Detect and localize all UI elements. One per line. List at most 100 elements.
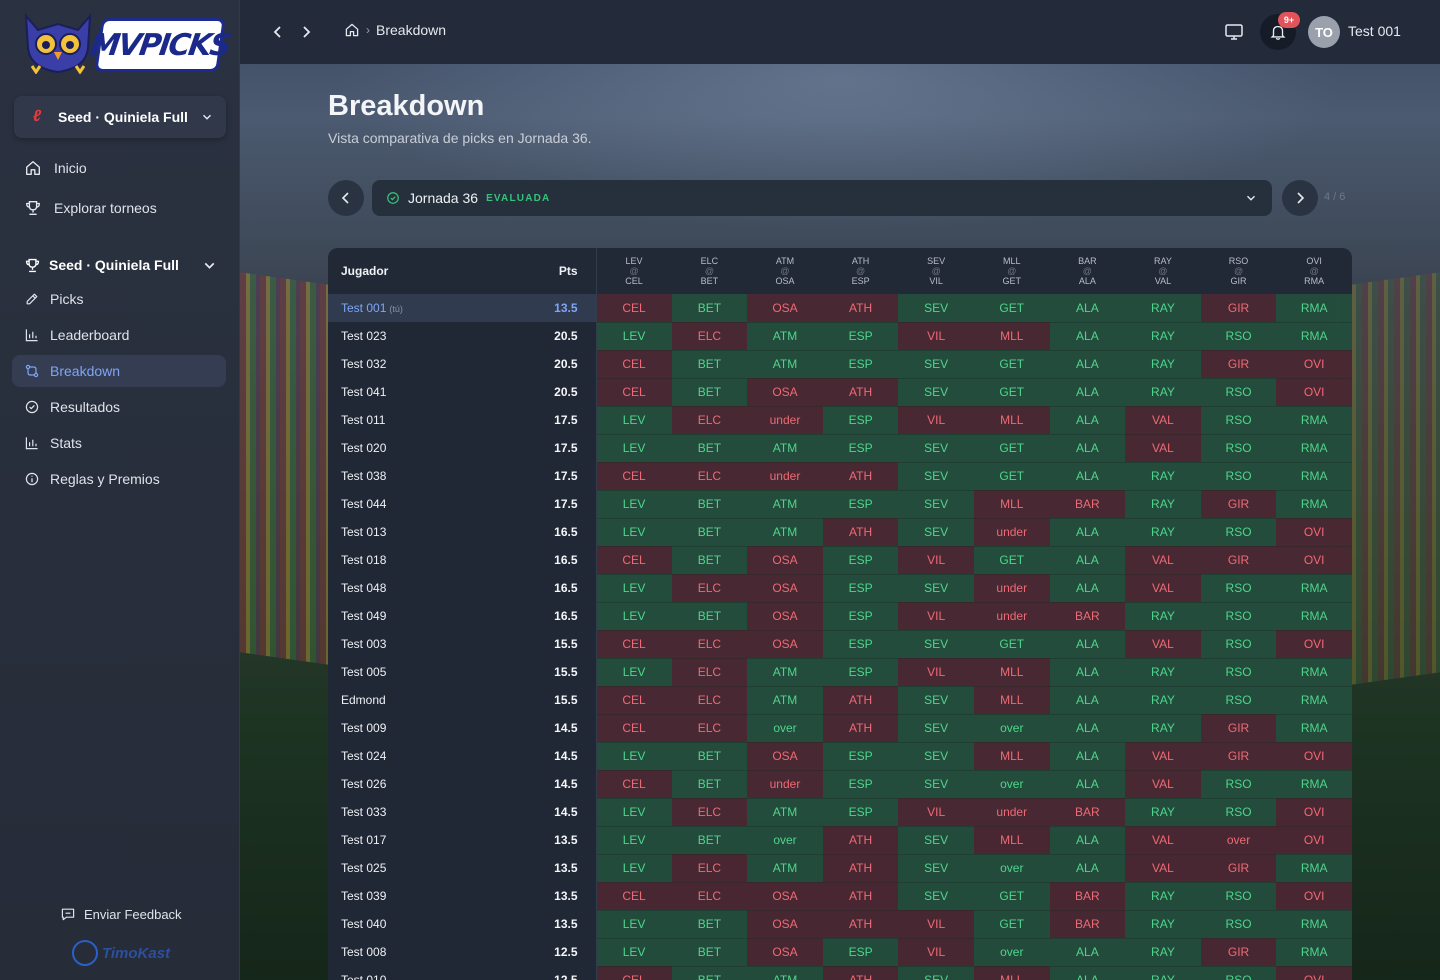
- player-points: 15.5: [528, 686, 597, 714]
- table-row[interactable]: Test 025 13.5 LEV ELC ATM ATH SEV over ALA VAL GIR…: [328, 854, 1352, 883]
- previous-jornada-button[interactable]: [328, 180, 364, 216]
- sidebar-item-breakdown[interactable]: Breakdown: [12, 355, 226, 387]
- table-row[interactable]: Test 024 14.5 LEV BET OSA ESP SEV MLL ALA VAL GIR O…: [328, 742, 1352, 771]
- table-row[interactable]: Test 011 17.5 LEV ELC under ESP VIL MLL ALA VAL RS…: [328, 406, 1352, 435]
- table-row[interactable]: Test 048 16.5 LEV ELC OSA ESP SEV under ALA VAL RS…: [328, 574, 1352, 603]
- table-row[interactable]: Test 013 16.5 LEV BET ATM ATH SEV under ALA RAY RS…: [328, 518, 1352, 547]
- pick-cell-correct: SEV: [898, 742, 974, 771]
- table-row[interactable]: Test 020 17.5 LEV BET ATM ESP SEV GET ALA VAL RSO R…: [328, 434, 1352, 463]
- next-jornada-button[interactable]: [1282, 180, 1318, 216]
- sidebar-item-picks[interactable]: Picks: [12, 283, 226, 315]
- table-row[interactable]: Test 001 (tú) 13.5 CEL BET OSA ATH SEV GET ALA RAY…: [328, 294, 1352, 323]
- feedback-button[interactable]: Enviar Feedback: [60, 906, 182, 922]
- pick-cell-correct: RAY: [1125, 490, 1201, 519]
- nav-item-label: Explorar torneos: [54, 200, 157, 216]
- table-row[interactable]: Test 032 20.5 CEL BET ATM ESP SEV GET ALA RAY GIR O…: [328, 350, 1352, 379]
- pick-cell-wrong: ATH: [822, 518, 899, 547]
- avatar[interactable]: TO: [1308, 16, 1340, 48]
- home-icon[interactable]: [344, 22, 360, 38]
- pick-cell-wrong: VAL: [1125, 546, 1201, 575]
- pick-cell-correct: BET: [671, 350, 748, 379]
- player-points: 14.5: [528, 770, 597, 798]
- league-selector[interactable]: ℓ Seed · Quiniela Full: [14, 96, 226, 138]
- self-tag: (tú): [389, 304, 403, 314]
- column-header-player[interactable]: Jugador: [328, 248, 528, 294]
- pick-cell-wrong: GIR: [1200, 490, 1277, 519]
- player-name-text: Test 005: [341, 665, 387, 679]
- player-points: 20.5: [528, 322, 597, 350]
- pick-cell-correct: RMA: [1276, 658, 1352, 687]
- breakdown-table: Jugador Pts LEV @ CEL ELC @ BET ATM @ OSA ATH @ ESP…: [328, 248, 1352, 980]
- pick-cell-correct: RAY: [1125, 938, 1201, 967]
- pick-cell-correct: ESP: [822, 546, 899, 575]
- match-home-team: CEL: [625, 276, 643, 286]
- pick-cell-correct: ALA: [1049, 462, 1126, 491]
- pick-cell-wrong: ATH: [822, 462, 899, 491]
- pick-cell-wrong: OVI: [1276, 882, 1352, 911]
- back-arrow-icon[interactable]: [268, 22, 288, 42]
- pick-cell-correct: RSO: [1200, 658, 1277, 687]
- forward-arrow-icon[interactable]: [296, 22, 316, 42]
- table-row[interactable]: Edmond 15.5 CEL ELC ATM ATH SEV MLL ALA RAY RSO RMA: [328, 686, 1352, 715]
- pick-cell-wrong: under: [747, 770, 823, 799]
- pick-cell-correct: ESP: [822, 770, 899, 799]
- table-row[interactable]: Test 008 12.5 LEV BET OSA ESP VIL over ALA RAY GIR…: [328, 938, 1352, 967]
- table-row[interactable]: Test 003 15.5 CEL ELC OSA ESP SEV GET ALA VAL RSO O…: [328, 630, 1352, 659]
- player-name-text: Test 040: [341, 917, 387, 931]
- table-row[interactable]: Test 017 13.5 LEV BET over ATH SEV MLL ALA VAL ove…: [328, 826, 1352, 855]
- table-row[interactable]: Test 005 15.5 LEV ELC ATM ESP VIL MLL ALA RAY RSO R…: [328, 658, 1352, 687]
- table-row[interactable]: Test 010 12.5 CEL BET ATM ATH SEV MLL ALA RAY RSO O…: [328, 966, 1352, 980]
- table-row[interactable]: Test 009 14.5 CEL ELC over ATH SEV over ALA RAY GI…: [328, 714, 1352, 743]
- username[interactable]: Test 001: [1348, 23, 1401, 39]
- jornada-selector[interactable]: Jornada 36 EVALUADA: [372, 180, 1272, 216]
- column-header-points[interactable]: Pts: [528, 248, 597, 294]
- pick-cell-correct: BET: [671, 518, 748, 547]
- pick-cell-correct: ATM: [747, 798, 823, 827]
- pick-cell-correct: ALA: [1049, 630, 1126, 659]
- pick-cell-wrong: VAL: [1125, 826, 1201, 855]
- player-name: Test 023: [328, 322, 528, 350]
- nav-item-explorar[interactable]: Explorar torneos: [12, 192, 226, 224]
- pick-cell-correct: ATM: [747, 322, 823, 351]
- sidebar-item-stats[interactable]: Stats: [12, 427, 226, 459]
- table-row[interactable]: Test 018 16.5 CEL BET OSA ESP VIL GET ALA VAL GIR O…: [328, 546, 1352, 575]
- notification-badge: 9+: [1278, 12, 1300, 28]
- pick-cell-correct: RSO: [1200, 966, 1277, 980]
- table-row[interactable]: Test 038 17.5 CEL ELC under ATH SEV GET ALA RAY RS…: [328, 462, 1352, 491]
- pick-cell-correct: RAY: [1125, 322, 1201, 351]
- match-home-team: VAL: [1154, 276, 1172, 286]
- sidebar-item-resultados[interactable]: Resultados: [12, 391, 226, 423]
- pick-cell-wrong: VIL: [898, 322, 974, 351]
- tournament-section-header[interactable]: Seed · Quiniela Full: [12, 249, 226, 281]
- player-name: Test 010: [328, 966, 528, 980]
- pick-cell-correct: ATM: [747, 434, 823, 463]
- sidebar-item-reglas[interactable]: Reglas y Premios: [12, 463, 226, 495]
- player-points: 12.5: [528, 938, 597, 966]
- table-row[interactable]: Test 044 17.5 LEV BET ATM ESP SEV MLL BAR RAY GIR R…: [328, 490, 1352, 519]
- table-row[interactable]: Test 040 13.5 LEV BET OSA ATH VIL GET BAR RAY RSO R…: [328, 910, 1352, 939]
- table-row[interactable]: Test 041 20.5 CEL BET OSA ATH SEV GET ALA RAY RSO O…: [328, 378, 1352, 407]
- table-row[interactable]: Test 026 14.5 CEL BET under ESP SEV over ALA VAL R…: [328, 770, 1352, 799]
- pick-cell-correct: ALA: [1049, 938, 1126, 967]
- pick-cell-wrong: ATH: [822, 910, 899, 939]
- table-row[interactable]: Test 049 16.5 LEV BET OSA ESP VIL under BAR RAY RS…: [328, 602, 1352, 631]
- pick-cell-wrong: ATH: [822, 854, 899, 883]
- section-header-label: Seed · Quiniela Full: [49, 257, 179, 273]
- pick-cell-correct: BET: [671, 490, 748, 519]
- sidebar-item-label: Reglas y Premios: [50, 471, 160, 487]
- pick-cell-correct: GET: [973, 294, 1050, 323]
- table-row[interactable]: Test 033 14.5 LEV ELC ATM ESP VIL under BAR RAY RS…: [328, 798, 1352, 827]
- pick-cell-correct: LEV: [596, 490, 672, 519]
- pick-cell-wrong: VIL: [898, 406, 974, 435]
- table-row[interactable]: Test 023 20.5 LEV ELC ATM ESP VIL MLL ALA RAY RSO R…: [328, 322, 1352, 351]
- pick-cell-correct: RAY: [1125, 658, 1201, 687]
- sidebar-item-leaderboard[interactable]: Leaderboard: [12, 319, 226, 351]
- table-row[interactable]: Test 039 13.5 CEL ELC OSA ATH SEV GET BAR RAY RSO O…: [328, 882, 1352, 911]
- pick-cell-correct: LEV: [596, 602, 672, 631]
- monitor-icon[interactable]: [1224, 22, 1244, 42]
- nav-item-inicio[interactable]: Inicio: [12, 152, 226, 184]
- app-logo[interactable]: MVPICKS: [16, 6, 232, 78]
- player-name: Test 049: [328, 602, 528, 630]
- pick-cell-correct: RMA: [1276, 910, 1352, 939]
- pick-cell-wrong: ELC: [671, 798, 748, 827]
